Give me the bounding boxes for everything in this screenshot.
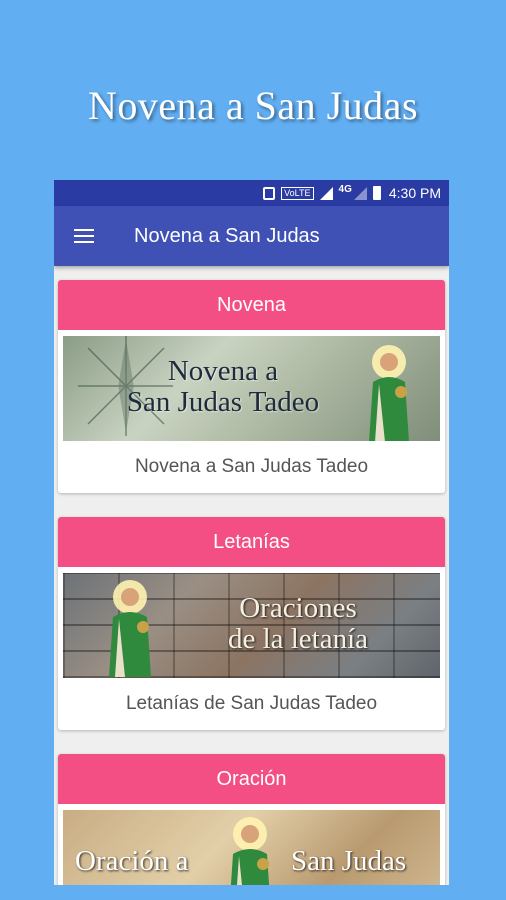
card-image-letanias[interactable]: Oraciones de la letanía (63, 573, 440, 678)
card-header: Novena (58, 280, 445, 330)
card-novena[interactable]: Novena Novena a San Judas Tadeo Novena a… (58, 280, 445, 493)
image-text-line1: Oraciones (239, 592, 357, 624)
card-letanias[interactable]: Letanías Oraciones de la letanía Letanía… (58, 517, 445, 730)
card-oracion[interactable]: Oración Oración a San Judas (58, 754, 445, 885)
saint-jude-image (109, 580, 151, 677)
card-image-oracion[interactable]: Oración a San Judas (63, 810, 440, 885)
app-bar-title: Novena a San Judas (134, 224, 320, 247)
battery-icon (372, 186, 381, 200)
image-text-line2: San Judas (291, 845, 407, 877)
card-header: Letanías (58, 517, 445, 567)
card-header: Oración (58, 754, 445, 804)
image-text-line2: de la letanía (227, 623, 369, 655)
card-caption: Novena a San Judas Tadeo (134, 456, 369, 477)
vibrate-icon (263, 186, 276, 200)
promo-title: Novena a San Judas (87, 83, 419, 128)
image-text-line1: Oración a (75, 845, 189, 877)
volte-badge: VoLTE (281, 186, 314, 200)
status-bar: VoLTE 4G 4:30 PM (54, 180, 449, 206)
signal-secondary-icon (353, 186, 367, 200)
saint-jude-image (369, 345, 409, 441)
status-time: 4:30 PM (388, 185, 441, 201)
hamburger-menu-icon[interactable] (74, 225, 94, 247)
app-bar: Novena a San Judas (54, 206, 449, 266)
card-caption: Letanías de San Judas Tadeo (125, 693, 378, 714)
image-text-line1: Novena a (167, 355, 279, 387)
saint-jude-image (230, 817, 270, 885)
card-image-novena[interactable]: Novena a San Judas Tadeo (63, 336, 440, 441)
network-type: 4G (338, 184, 352, 195)
signal-icon (319, 186, 333, 200)
image-text-line2: San Judas Tadeo (126, 386, 320, 418)
phone-screen: VoLTE 4G 4:30 PM Novena a San Judas Nove… (54, 180, 449, 885)
